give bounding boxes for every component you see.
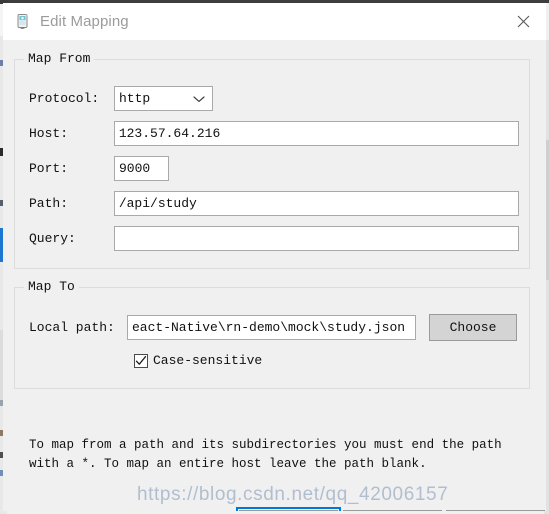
path-row: Path: /api/study bbox=[29, 191, 519, 216]
close-icon[interactable] bbox=[500, 3, 546, 40]
window-title: Edit Mapping bbox=[40, 13, 129, 30]
local-path-row: Local path: eact-Native\rn-demo\mock\stu… bbox=[29, 314, 519, 341]
port-row: Port: 9000 bbox=[29, 156, 519, 181]
host-row: Host: 123.57.64.216 bbox=[29, 121, 519, 146]
help-button[interactable]: Help bbox=[446, 510, 545, 511]
local-path-input[interactable]: eact-Native\rn-demo\mock\study.json bbox=[127, 315, 416, 340]
protocol-value: http bbox=[119, 91, 151, 106]
map-from-legend: Map From bbox=[24, 51, 95, 66]
path-input[interactable]: /api/study bbox=[113, 191, 519, 216]
local-path-label: Local path: bbox=[29, 320, 115, 335]
dialog-button-bar: OK Cancel Help bbox=[3, 504, 546, 511]
protocol-select[interactable]: http bbox=[114, 86, 213, 111]
query-input[interactable] bbox=[113, 226, 519, 251]
port-input[interactable]: 9000 bbox=[114, 156, 169, 181]
choose-button[interactable]: Choose bbox=[429, 314, 517, 341]
path-label: Path: bbox=[29, 196, 69, 211]
ok-button[interactable]: OK bbox=[239, 510, 338, 511]
title-bar: Edit Mapping bbox=[3, 3, 546, 40]
port-label: Port: bbox=[29, 161, 69, 176]
host-input[interactable]: 123.57.64.216 bbox=[113, 121, 519, 146]
query-label: Query: bbox=[29, 231, 76, 246]
chevron-down-icon bbox=[193, 90, 205, 108]
dialog-body: Map From Protocol: http Host: 123.57.64.… bbox=[3, 40, 546, 511]
app-icon bbox=[14, 13, 31, 30]
protocol-row: Protocol: http bbox=[29, 86, 519, 111]
query-row: Query: bbox=[29, 226, 519, 251]
cancel-button[interactable]: Cancel bbox=[343, 510, 442, 511]
protocol-label: Protocol: bbox=[29, 91, 100, 106]
map-to-legend: Map To bbox=[24, 279, 79, 294]
edit-mapping-dialog: Edit Mapping Map From Protocol: http Hos… bbox=[3, 3, 546, 511]
case-sensitive-label: Case-sensitive bbox=[153, 353, 263, 368]
case-sensitive-checkbox[interactable] bbox=[134, 353, 148, 368]
hint-text: To map from a path and its subdirectorie… bbox=[29, 438, 502, 471]
case-sensitive-row[interactable]: Case-sensitive bbox=[134, 353, 262, 368]
host-label: Host: bbox=[29, 126, 69, 141]
